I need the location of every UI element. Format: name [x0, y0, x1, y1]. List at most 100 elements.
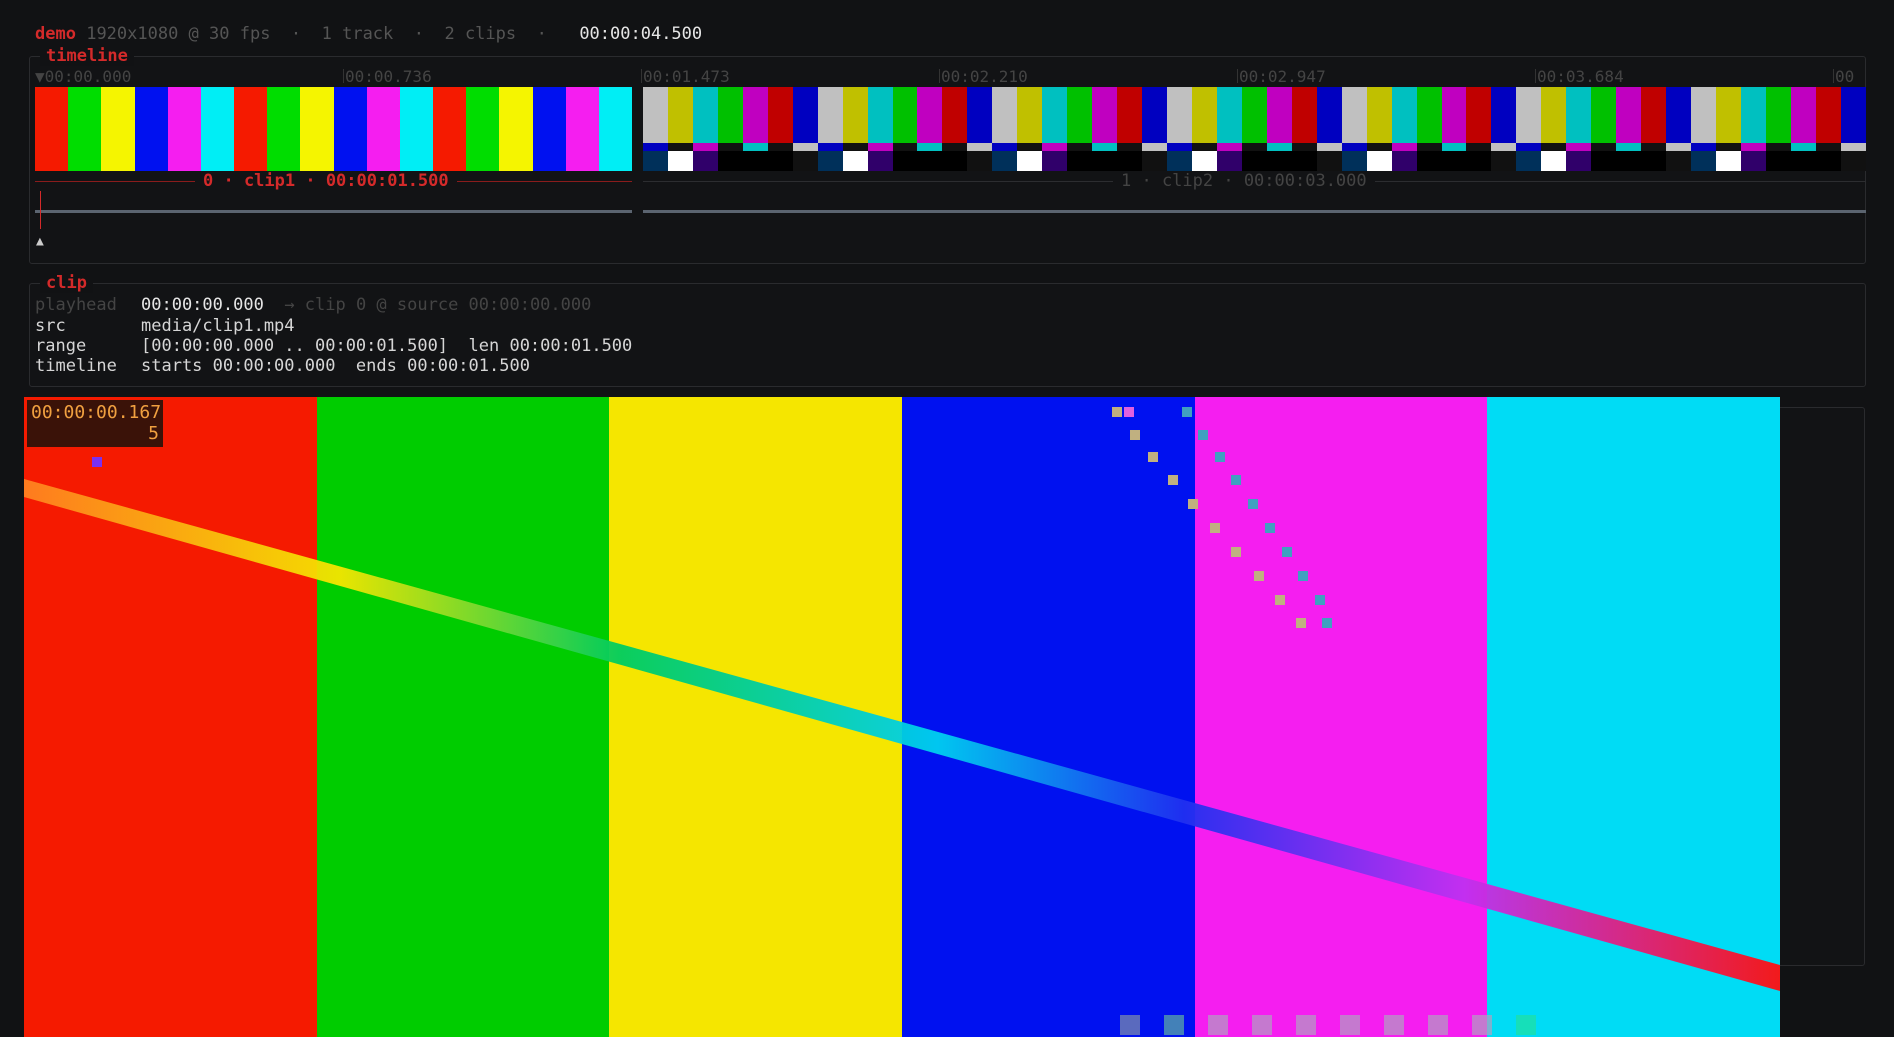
- thumbnail-bar: [767, 87, 793, 143]
- thumbnail-bar: [767, 143, 793, 151]
- thumbnail-bar: [1142, 87, 1168, 143]
- thumbnail-bar: [842, 87, 868, 143]
- ruler-label: ▼00:00.000: [35, 67, 132, 86]
- thumbnail-bar: [892, 151, 918, 171]
- thumbnail-bar: [1715, 143, 1741, 151]
- thumbnail-bar: [1191, 151, 1217, 171]
- thumbnail-bar: [1740, 151, 1766, 171]
- thumbnail-bar: [1341, 143, 1367, 151]
- thumbnail-bar: [1691, 87, 1716, 143]
- src-row: src media/clip1.mp4: [35, 316, 295, 336]
- thumbnail-bar: [1466, 87, 1492, 143]
- thumbnail-bar: [792, 151, 818, 171]
- thumbnail-bar: [1366, 151, 1392, 171]
- thumbnail-bar: [101, 87, 135, 171]
- thumbnail-bar: [717, 143, 743, 151]
- motion-overlay: [24, 407, 1780, 1035]
- thumbnail-bar: [1366, 143, 1392, 151]
- thumbnail-bar: [1641, 151, 1667, 171]
- thumbnail-bar: [942, 143, 968, 151]
- thumbnail-bar: [1416, 87, 1442, 143]
- clip1-thumbnail-strip[interactable]: [35, 87, 632, 171]
- thumbnail-bar: [1167, 151, 1192, 171]
- thumbnail-bar: [1790, 151, 1816, 171]
- thumbnail-bar: [1142, 143, 1168, 151]
- playhead-marker-icon[interactable]: ▲: [36, 234, 44, 249]
- thumbnail-bar: [1616, 143, 1642, 151]
- thumbnail-bar: [867, 151, 893, 171]
- thumbnail-bar: [1241, 87, 1267, 143]
- side-panel: [1772, 407, 1865, 966]
- thumbnail-bar: [992, 87, 1018, 143]
- thumbnail-bar: [767, 151, 793, 171]
- thumbnail-bar: [1042, 151, 1068, 171]
- thumbnail-bar: [1441, 87, 1467, 143]
- thumbnail-bar: [466, 87, 500, 171]
- clip2-label[interactable]: 1 · clip2 · 00:00:03.000: [643, 171, 1866, 191]
- thumbnail-bar: [1266, 143, 1292, 151]
- thumbnail-bar: [692, 151, 718, 171]
- thumbnail-bar: [1216, 143, 1242, 151]
- thumbnail-bar: [1516, 143, 1542, 151]
- thumbnail-bar: [1416, 143, 1442, 151]
- playhead-cursor[interactable]: [40, 191, 41, 229]
- thumbnail-bar: [1191, 87, 1217, 143]
- thumbnail-bar: [1167, 143, 1192, 151]
- clip2-thumbnail-strip[interactable]: [643, 87, 1866, 171]
- thumbnail-bar: [1765, 151, 1791, 171]
- thumbnail-bar: [917, 87, 943, 143]
- thumbnail-bar: [742, 143, 768, 151]
- thumbnail-bar: [1316, 87, 1342, 143]
- thumbnail-bar: [967, 143, 993, 151]
- thumbnail-bar: [267, 87, 301, 171]
- thumbnail-bar: [667, 143, 693, 151]
- thumbnail-bar: [1391, 151, 1417, 171]
- thumbnail-bar: [1591, 143, 1617, 151]
- thumbnail-bar: [892, 143, 918, 151]
- thumbnail-bar: [992, 143, 1018, 151]
- thumbnail-bar: [1167, 87, 1192, 143]
- thumbnail-bar: [1117, 143, 1143, 151]
- thumbnail-bar: [1491, 143, 1517, 151]
- thumbnail-bar: [967, 151, 993, 171]
- thumbnail-bar: [1566, 151, 1592, 171]
- clip-info-panel: clip playhead 00:00:00.000 → clip 0 @ sou…: [29, 273, 1866, 387]
- thumbnail-bar: [68, 87, 102, 171]
- clip-title: clip: [40, 273, 93, 293]
- thumbnail-bar: [1566, 87, 1592, 143]
- thumbnail-bar: [1391, 143, 1417, 151]
- thumbnail-bar: [717, 87, 743, 143]
- thumbnail-bar: [1092, 151, 1118, 171]
- thumbnail-bar: [1291, 143, 1317, 151]
- thumbnail-bar: [1316, 151, 1342, 171]
- thumbnail-bar: [742, 151, 768, 171]
- thumbnail-bar: [942, 87, 968, 143]
- thumbnail-bar: [1241, 151, 1267, 171]
- timeline-panel[interactable]: timeline ▼00:00.000 00:00.736 00:01.473 …: [29, 46, 1866, 264]
- video-viewer[interactable]: 00:00:00.167 5: [24, 397, 1780, 1037]
- thumbnail-bar: [1516, 151, 1542, 171]
- timeline-row: timeline starts 00:00:00.000 ends 00:00:0…: [35, 356, 530, 376]
- thumbnail-bar: [1666, 87, 1692, 143]
- thumbnail-bar: [667, 151, 693, 171]
- thumbnail-bar: [842, 143, 868, 151]
- total-duration: 00:00:04.500: [579, 24, 703, 44]
- thumbnail-bar: [1691, 143, 1716, 151]
- thumbnail-bar: [1790, 143, 1816, 151]
- clip2-track[interactable]: [643, 210, 1866, 213]
- thumbnail-bar: [1466, 151, 1492, 171]
- range-row: range [00:00:00.000 .. 00:00:01.500] len …: [35, 336, 633, 356]
- thumbnail-bar: [817, 143, 843, 151]
- thumbnail-bar: [1341, 87, 1367, 143]
- thumbnail-bar: [1715, 151, 1741, 171]
- thumbnail-bar: [200, 87, 235, 171]
- thumbnail-bar: [366, 87, 400, 171]
- thumbnail-bar: [1216, 151, 1242, 171]
- clip1-label[interactable]: 0 · clip1 · 00:00:01.500: [35, 171, 632, 191]
- clip1-track[interactable]: [35, 210, 632, 213]
- thumbnail-bar: [1740, 87, 1766, 143]
- thumbnail-bar: [692, 143, 718, 151]
- time-ruler[interactable]: ▼00:00.000 00:00.736 00:01.473 00:02.210…: [30, 67, 1865, 87]
- ruler-label: 00:00.736: [345, 67, 432, 86]
- clip1-label-text: 0 · clip1 · 00:00:01.500: [195, 171, 457, 191]
